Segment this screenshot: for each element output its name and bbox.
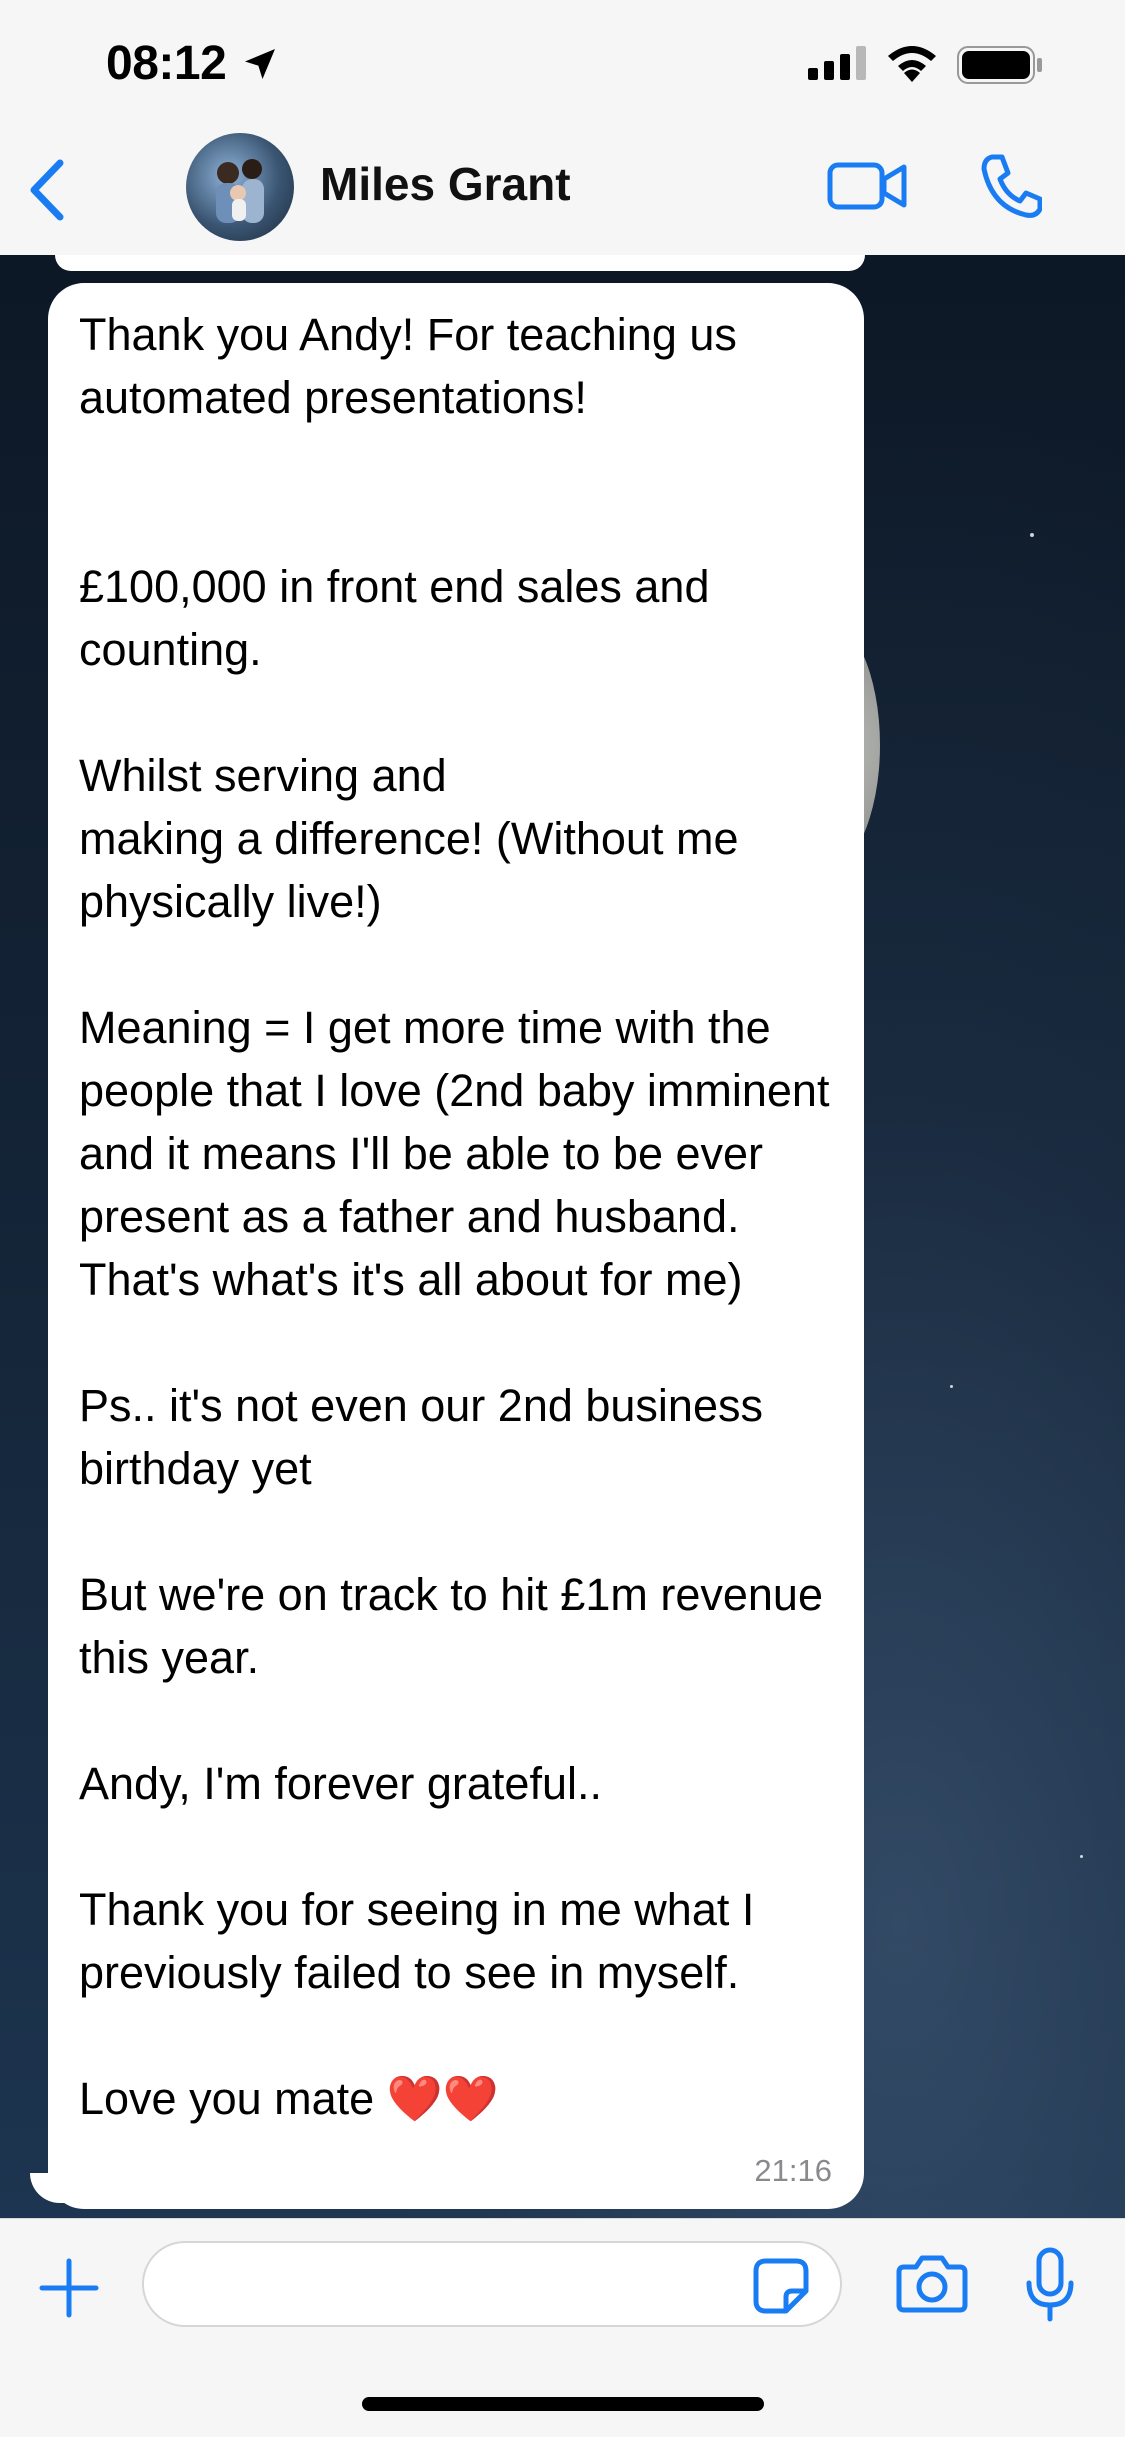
phone-icon[interactable] bbox=[978, 151, 1042, 221]
battery-icon bbox=[957, 46, 1042, 84]
message-bubble[interactable]: Thank you Andy! For teaching us automate… bbox=[48, 283, 864, 2209]
sticker-icon[interactable] bbox=[752, 2257, 810, 2315]
avatar[interactable] bbox=[186, 133, 294, 241]
status-bar: 08:12 bbox=[0, 0, 1125, 125]
input-bar bbox=[0, 2218, 1125, 2437]
cellular-signal-icon bbox=[808, 46, 866, 80]
wallpaper-star bbox=[1080, 1855, 1083, 1858]
location-arrow-icon bbox=[245, 49, 275, 79]
camera-icon[interactable] bbox=[896, 2253, 968, 2315]
video-call-icon[interactable] bbox=[826, 155, 908, 217]
plus-icon[interactable] bbox=[36, 2255, 102, 2321]
microphone-icon[interactable] bbox=[1024, 2247, 1076, 2323]
chat-header: Miles Grant bbox=[0, 125, 1125, 256]
heart-emoji-icon: ❤️❤️ bbox=[386, 2073, 499, 2124]
status-time: 08:12 bbox=[106, 37, 227, 90]
chevron-left-icon[interactable] bbox=[22, 155, 72, 225]
previous-message-bubble bbox=[55, 255, 865, 271]
message-timestamp: 21:16 bbox=[754, 2153, 832, 2188]
chat-area[interactable]: Thank you Andy! For teaching us automate… bbox=[0, 255, 1125, 2218]
contact-name[interactable]: Miles Grant bbox=[320, 157, 571, 211]
wallpaper-star bbox=[950, 1385, 953, 1388]
wifi-icon bbox=[888, 46, 936, 82]
message-input[interactable] bbox=[142, 2241, 842, 2327]
home-indicator[interactable] bbox=[362, 2397, 764, 2411]
message-text: Thank you Andy! For teaching us automate… bbox=[79, 309, 830, 2124]
wallpaper-star bbox=[1030, 533, 1034, 537]
avatar-photo-icon bbox=[216, 159, 264, 223]
